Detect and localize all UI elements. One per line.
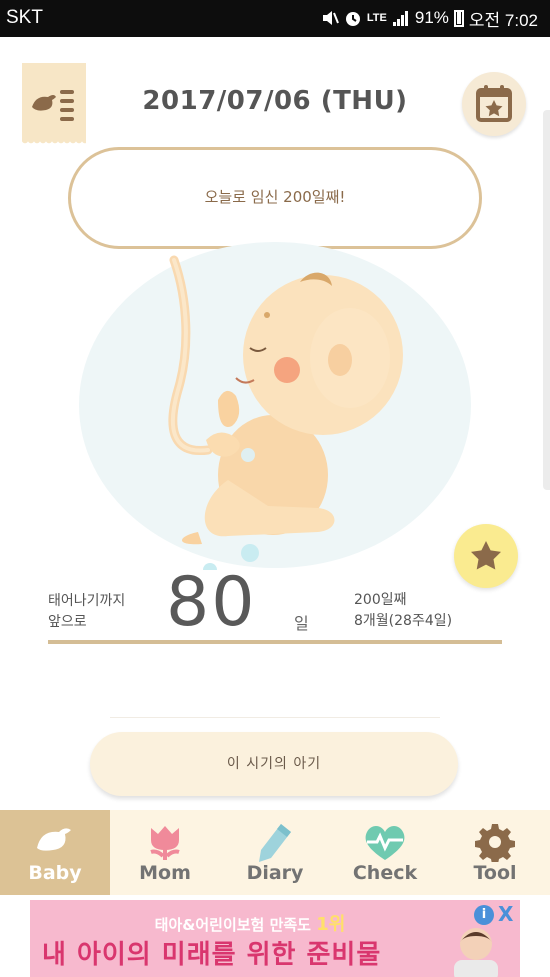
tab-tool[interactable]: Tool — [440, 810, 550, 895]
battery-percent: 91% — [414, 8, 449, 27]
side-drawer-handle[interactable] — [543, 110, 550, 490]
ad-top-text: 태아&어린이보험 만족도 — [154, 916, 311, 934]
days-left-number: 80 — [166, 563, 257, 642]
day-count: 200일째 — [354, 592, 407, 608]
pencil-icon — [259, 824, 291, 862]
status-icons: LTE 91% 오전 7:02 — [321, 6, 538, 30]
ad-child-photo — [454, 928, 498, 977]
ad-close-icon[interactable]: X — [498, 902, 513, 926]
month-week: 8개월(28주4일) — [354, 613, 453, 629]
tulip-icon — [150, 826, 180, 860]
tab-label: Diary — [246, 862, 304, 884]
menu-button[interactable] — [22, 63, 86, 145]
tab-mom[interactable]: Mom — [110, 810, 220, 895]
fetus-illustration — [79, 242, 471, 570]
tab-check[interactable]: Check — [330, 810, 440, 895]
bottom-tab-bar: Baby Mom Diary Check Tool — [0, 810, 550, 895]
speech-bubble: 오늘로 임신 200일째! — [68, 147, 482, 249]
heartbeat-icon — [365, 826, 405, 860]
baby-this-period-button[interactable]: 이 시기의 아기 — [90, 732, 458, 796]
tab-label: Check — [352, 862, 418, 884]
star-icon — [471, 541, 501, 570]
battery-icon — [453, 9, 464, 27]
signal-icon — [392, 11, 408, 26]
ad-banner[interactable]: 태아&어린이보험 만족도 1위 내 아이의 미래를 위한 준비물 i X — [30, 900, 520, 977]
ad-info-icon[interactable]: i — [474, 905, 494, 925]
calendar-star-icon — [476, 85, 512, 122]
countdown-label-1: 태어나기까지 — [48, 593, 126, 609]
clock: 오전 7:02 — [468, 10, 538, 30]
ad-top-highlight: 1위 — [316, 914, 346, 935]
alarm-icon — [345, 12, 360, 26]
tab-label: Mom — [139, 862, 191, 884]
mute-icon — [322, 11, 339, 25]
section-divider — [110, 717, 440, 718]
favorite-button[interactable] — [454, 524, 518, 588]
tab-baby[interactable]: Baby — [0, 810, 110, 895]
gear-icon — [475, 824, 515, 862]
calendar-button[interactable] — [462, 72, 526, 136]
bubble-message: 오늘로 임신 200일째! — [204, 188, 346, 206]
days-unit: 일 — [294, 614, 309, 633]
tab-diary[interactable]: Diary — [220, 810, 330, 895]
carrier-name: SKT — [6, 7, 43, 28]
ad-main-text: 내 아이의 미래를 위한 준비물 — [42, 940, 382, 970]
countdown-label-2: 앞으로 — [48, 614, 87, 630]
bird-icon — [37, 828, 71, 851]
date-title: 2017/07/06 (THU) — [142, 86, 408, 116]
tab-label: Tool — [473, 862, 517, 884]
countdown-divider — [48, 640, 502, 644]
ad-top-line: 태아&어린이보험 만족도 1위 — [30, 910, 470, 936]
status-bar: SKT LTE 91% 오전 7:02 — [0, 0, 550, 37]
menu-list-icon — [32, 90, 74, 121]
tab-label: Baby — [28, 862, 82, 884]
network-type: LTE — [366, 12, 387, 24]
